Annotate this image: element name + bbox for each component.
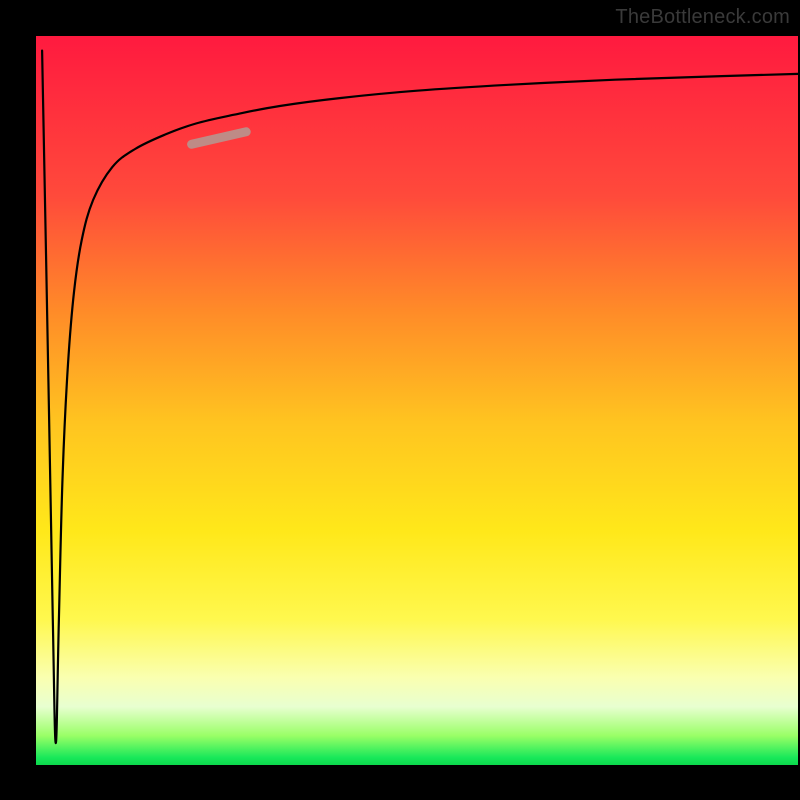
curve-marker xyxy=(192,132,247,145)
attribution-watermark: TheBottleneck.com xyxy=(615,6,790,29)
chart-canvas: TheBottleneck.com xyxy=(0,0,800,800)
curve-svg xyxy=(36,36,798,765)
bottleneck-curve xyxy=(42,51,798,744)
plot-area xyxy=(36,36,798,765)
